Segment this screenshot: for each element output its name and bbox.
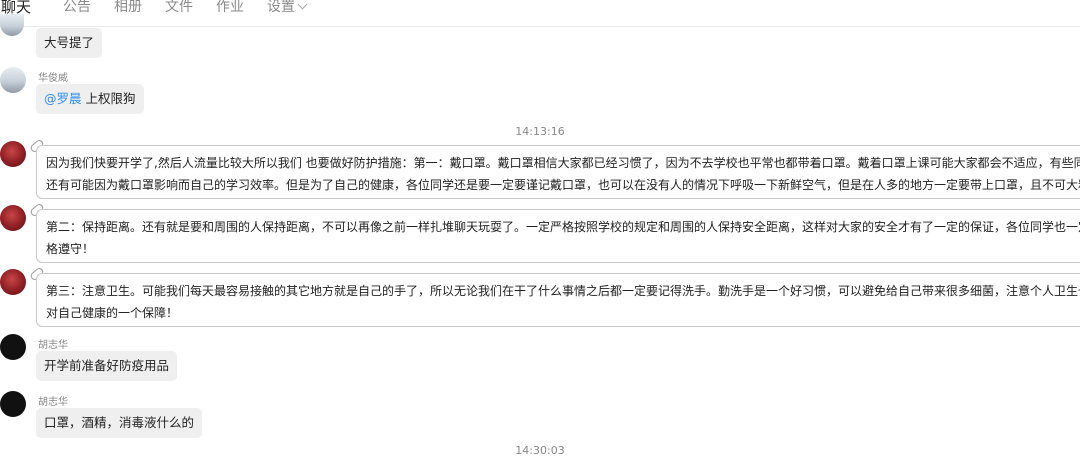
avatar[interactable] xyxy=(0,334,26,360)
avatar[interactable] xyxy=(0,269,26,295)
announcement-line: 格遵守！ xyxy=(46,242,95,256)
sender-name: 华俊威 xyxy=(38,73,68,84)
tab-settings[interactable]: 设置 xyxy=(267,0,319,18)
announcement-card[interactable]: 第二：保持距离。还有就是要和周围的人保持距离，不可以再像之前一样扎堆聊天玩耍了。… xyxy=(36,209,1080,263)
tab-files[interactable]: 文件 xyxy=(165,0,206,18)
message-bubble: 口罩，酒精，消毒液什么的 xyxy=(36,408,203,438)
sender-name: 胡志华 xyxy=(38,340,68,351)
message-text: 大号提了 xyxy=(44,35,95,50)
tab-settings-label: 设置 xyxy=(267,0,296,15)
announcement-line: 因为我们快要开学了,然后人流量比较大所以我们 也要做好防护措施：第一：戴口罩。戴… xyxy=(46,156,1080,170)
message-text: 开学前准备好防疫用品 xyxy=(44,358,170,373)
announcement-line: 对自己健康的一个保障！ xyxy=(46,306,179,320)
tab-album[interactable]: 相册 xyxy=(114,0,155,18)
chevron-down-icon xyxy=(297,0,308,10)
announcement-card[interactable]: 因为我们快要开学了,然后人流量比较大所以我们 也要做好防护措施：第一：戴口罩。戴… xyxy=(36,145,1080,199)
timestamp: 14:30:03 xyxy=(515,444,565,457)
message-bubble: @罗晨 上权限狗 xyxy=(36,84,144,114)
avatar[interactable] xyxy=(0,391,26,417)
announcement-card[interactable]: 第三：注意卫生。可能我们每天最容易接触的其它地方就是自己的手了，所以无论我们在干… xyxy=(36,273,1080,327)
avatar[interactable] xyxy=(0,67,26,93)
avatar[interactable] xyxy=(0,14,24,36)
chat-tab-bar: 聊天 公告 相册 文件 作业 设置 xyxy=(0,0,1080,27)
avatar[interactable] xyxy=(0,141,26,167)
announcement-line: 还有可能因为戴口罩影响而自己的学习效率。但是为了自己的健康，各位同学还是要一定要… xyxy=(46,178,1080,192)
tab-homework[interactable]: 作业 xyxy=(216,0,257,18)
timestamp: 14:13:16 xyxy=(515,125,565,138)
announcement-line: 第二：保持距离。还有就是要和周围的人保持距离，不可以再像之前一样扎堆聊天玩耍了。… xyxy=(46,220,1080,234)
avatar[interactable] xyxy=(0,205,26,231)
message-bubble: 大号提了 xyxy=(36,28,103,58)
sender-name: 胡志华 xyxy=(38,397,68,408)
message-text: 上权限狗 xyxy=(81,91,136,106)
announcement-line: 第三：注意卫生。可能我们每天最容易接触的其它地方就是自己的手了，所以无论我们在干… xyxy=(46,284,1080,298)
tab-announcements[interactable]: 公告 xyxy=(63,0,104,18)
mention-link[interactable]: @罗晨 xyxy=(44,91,82,106)
message-text: 口罩，酒精，消毒液什么的 xyxy=(44,415,195,430)
message-bubble: 开学前准备好防疫用品 xyxy=(36,351,178,381)
